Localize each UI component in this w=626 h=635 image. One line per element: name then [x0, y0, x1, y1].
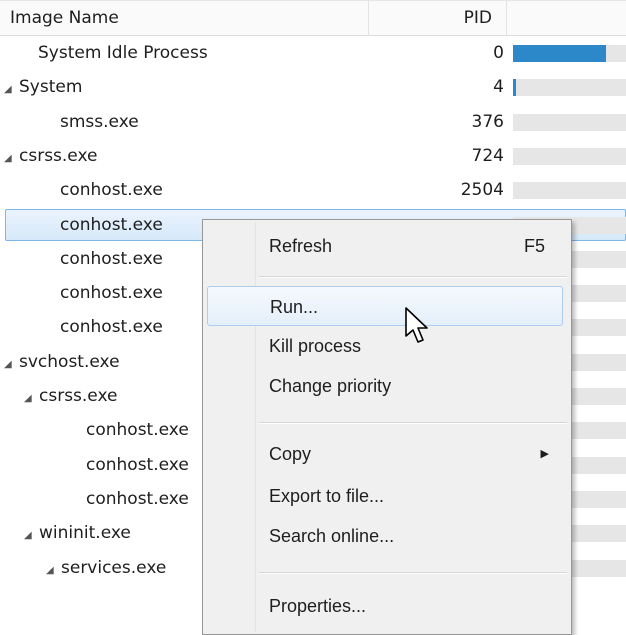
process-row[interactable]: ◢ csrss.exe 724: [0, 139, 626, 173]
menu-separator: [259, 422, 567, 424]
process-name-label: conhost.exe: [60, 214, 163, 235]
menu-item-refresh[interactable]: Refresh F5: [207, 226, 563, 266]
process-name-label: csrss.exe: [39, 386, 118, 406]
process-name-label: conhost.exe: [86, 488, 189, 509]
process-name: ◢ csrss.exe: [4, 139, 97, 173]
cpu-usage-bar-fill: [513, 79, 516, 97]
process-row[interactable]: smss.exe 376: [0, 105, 626, 139]
menu-item-search-online[interactable]: Search online...: [207, 516, 563, 556]
menu-item-shortcut: F5: [523, 236, 545, 256]
process-name-label: wininit.exe: [39, 523, 131, 544]
menu-item-export-to-file[interactable]: Export to file...: [207, 476, 563, 516]
menu-item-run[interactable]: Run...: [207, 286, 563, 326]
process-name-label: conhost.exe: [86, 420, 189, 441]
process-pid: 724: [471, 145, 504, 166]
menu-item-kill-process[interactable]: Kill process: [207, 326, 563, 366]
process-name: ◢ wininit.exe: [24, 516, 131, 550]
process-name-label: System: [19, 77, 83, 98]
menu-item-label: Run...: [270, 297, 319, 317]
process-name: ◢ System: [4, 70, 82, 104]
cpu-usage-bar: [513, 45, 626, 62]
mouse-pointer-icon: [405, 307, 428, 343]
process-name-label: conhost.exe: [60, 317, 163, 338]
process-pid: 4: [493, 77, 504, 98]
submenu-arrow-icon: ▶: [540, 448, 549, 460]
menu-item-label: Kill process: [269, 336, 362, 356]
process-name-label: System Idle Process: [38, 43, 208, 63]
process-name: conhost.exe: [60, 276, 163, 310]
menu-item-label: Properties...: [269, 596, 367, 616]
process-name-label: conhost.exe: [60, 180, 163, 201]
process-pid: 376: [471, 111, 504, 132]
menu-separator: [259, 276, 567, 278]
expander-triangle-icon[interactable]: ◢: [4, 142, 16, 176]
process-name: ◢ csrss.exe: [24, 379, 117, 413]
menu-item-copy[interactable]: Copy ▶: [207, 434, 563, 474]
process-name-label: svchost.exe: [19, 351, 120, 372]
menu-icon-gutter: [255, 222, 256, 632]
menu-item-change-priority[interactable]: Change priority: [207, 366, 563, 406]
cpu-usage-bar: [513, 79, 626, 97]
process-row[interactable]: conhost.exe 2504: [0, 173, 626, 207]
expander-triangle-icon[interactable]: ◢: [46, 554, 58, 588]
column-header-image-name[interactable]: Image Name: [0, 1, 369, 36]
process-name-label: csrss.exe: [19, 145, 98, 166]
process-name: conhost.exe: [86, 413, 189, 447]
process-name: conhost.exe: [60, 310, 163, 344]
expander-triangle-icon[interactable]: ◢: [4, 73, 16, 107]
process-name-label: smss.exe: [60, 111, 139, 132]
cpu-usage-bar: [513, 147, 626, 165]
process-name-label: services.exe: [61, 557, 167, 578]
menu-separator: [259, 572, 567, 574]
process-name: conhost.exe: [60, 173, 163, 207]
table-header: Image Name PID: [0, 0, 626, 36]
menu-item-label: Export to file...: [269, 486, 385, 506]
expander-triangle-icon[interactable]: ◢: [4, 348, 16, 382]
menu-item-properties[interactable]: Properties...: [207, 586, 563, 626]
context-menu: Refresh F5 Run... Kill process Change priori…: [202, 219, 572, 635]
process-name: conhost.exe: [86, 448, 189, 482]
column-header-cpu[interactable]: [507, 1, 626, 36]
menu-item-label: Change priority: [269, 376, 392, 396]
process-name-label: conhost.exe: [60, 283, 163, 304]
column-header-pid[interactable]: PID: [369, 1, 507, 36]
cpu-usage-bar: [513, 182, 626, 200]
process-row[interactable]: System Idle Process 0: [0, 36, 626, 70]
menu-item-label: Refresh: [269, 236, 333, 256]
process-name-label: conhost.exe: [60, 248, 163, 269]
cpu-usage-bar-fill: [513, 45, 606, 62]
process-name: ◢ services.exe: [46, 551, 166, 585]
process-name: conhost.exe: [60, 208, 163, 242]
process-name: System Idle Process: [38, 36, 208, 70]
process-row[interactable]: ◢ System 4: [0, 70, 626, 104]
expander-triangle-icon[interactable]: ◢: [24, 382, 36, 416]
process-name: conhost.exe: [60, 242, 163, 276]
expander-triangle-icon[interactable]: ◢: [24, 519, 36, 553]
process-pid: 0: [493, 43, 504, 63]
process-name: ◢ svchost.exe: [4, 345, 120, 379]
menu-item-label: Search online...: [269, 526, 395, 546]
process-explorer-window: Image Name PID System Idle Process 0 ◢ Syst…: [0, 0, 626, 635]
process-name: smss.exe: [60, 105, 139, 139]
cpu-usage-bar: [513, 113, 626, 131]
process-name-label: conhost.exe: [86, 454, 189, 475]
process-name: conhost.exe: [86, 482, 189, 516]
process-pid: 2504: [460, 180, 504, 201]
menu-item-label: Copy: [269, 444, 312, 464]
